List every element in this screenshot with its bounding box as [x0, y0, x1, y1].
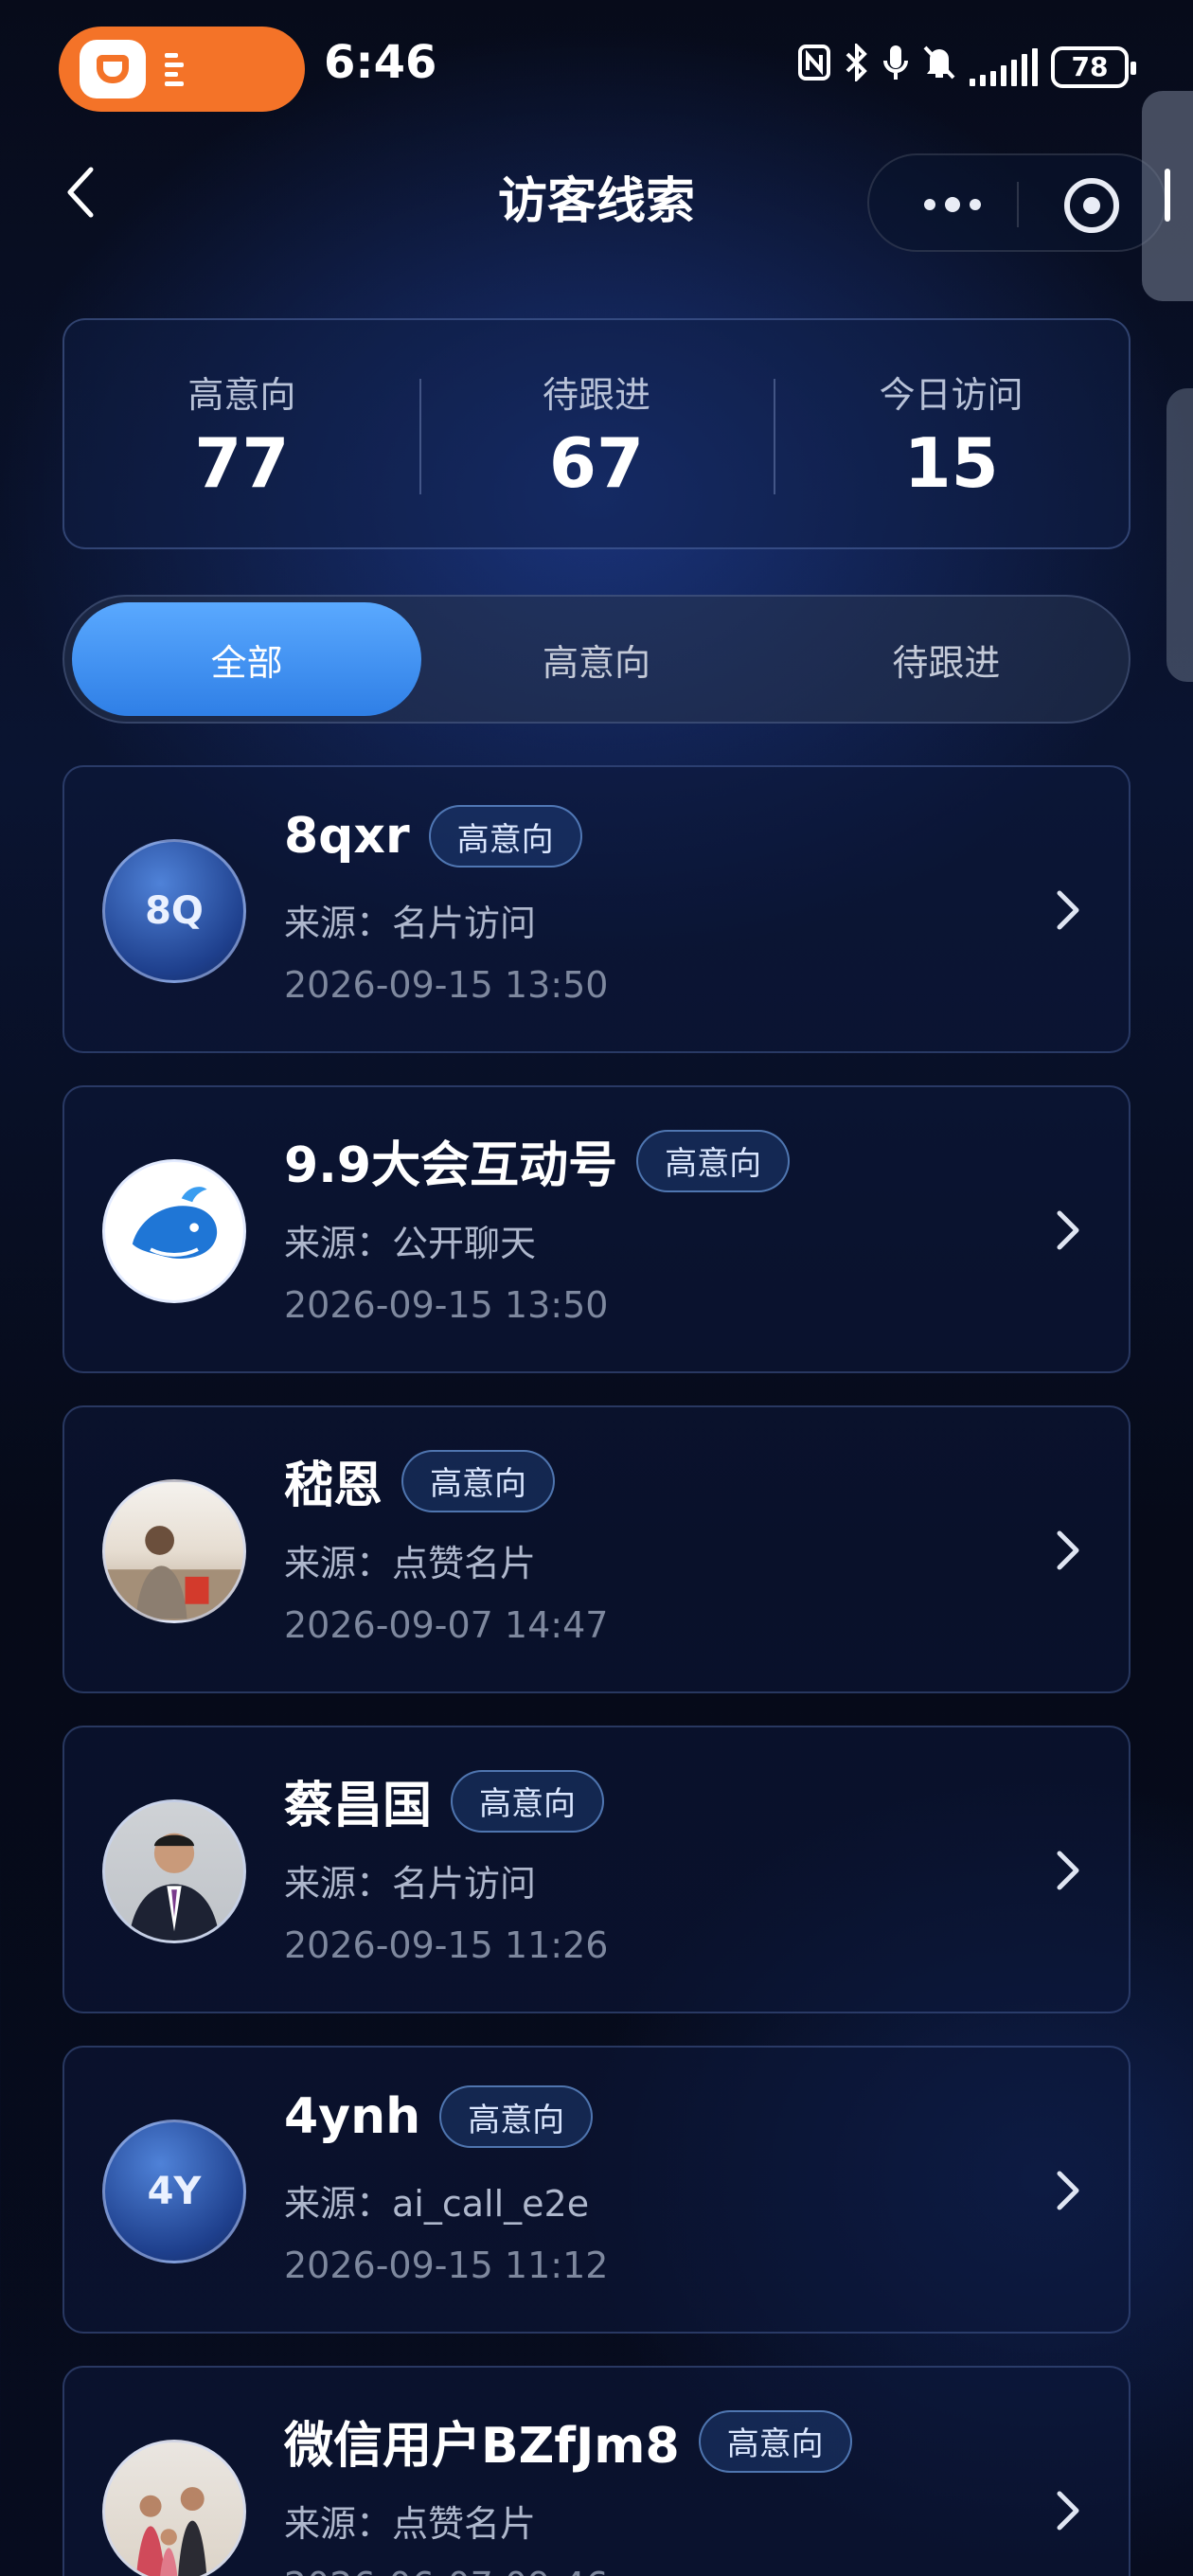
lead-name-row: 8qxr 高意向 [284, 805, 582, 868]
avatar: 8Q [102, 839, 246, 983]
target-circle-icon[interactable] [1064, 178, 1119, 233]
lead-name-row: 4ynh 高意向 [284, 2085, 594, 2148]
mini-program-capsule [867, 153, 1166, 252]
bluetooth-icon [845, 42, 869, 90]
lead-name: 嵇恩 [284, 1458, 383, 1514]
lead-card[interactable]: 8Q 8qxr 高意向 来源：名片访问 2026-09-15 13:50 [62, 765, 1131, 1053]
capsule-divider [1017, 182, 1019, 227]
system-icons: 78 [797, 42, 1136, 90]
stat-label: 高意向 [187, 374, 296, 416]
lead-name: 8qxr [284, 808, 410, 865]
avatar [102, 2440, 246, 2576]
stats-panel: 高意向 77 待跟进 67 今日访问 15 [62, 318, 1131, 549]
signal-icon [970, 47, 1038, 86]
avatar: 4Y [102, 2120, 246, 2263]
app-shortcut-pill[interactable] [59, 27, 305, 112]
app-logo-icon [80, 40, 146, 98]
lead-source: 来源：ai_call_e2e [284, 2183, 590, 2225]
lead-card[interactable]: 嵇恩 高意向 来源：点赞名片 2026-09-07 14:47 [62, 1405, 1131, 1693]
chevron-right-icon [1057, 1851, 1079, 1890]
person-photo-icon [128, 1833, 221, 1941]
chevron-right-icon [1057, 1530, 1079, 1570]
status-badge: 高意向 [401, 1449, 556, 1512]
lead-card[interactable]: 4Y 4ynh 高意向 来源：ai_call_e2e 2026-09-15 11… [62, 2046, 1131, 2334]
lead-date: 2026-09-15 11:12 [284, 2245, 609, 2286]
stat-value: 15 [903, 423, 999, 503]
stat-value: 67 [548, 423, 645, 503]
avatar [102, 1479, 246, 1623]
mute-icon [922, 44, 956, 90]
avatar [102, 1159, 246, 1303]
status-badge: 高意向 [439, 2085, 594, 2148]
whale-logo-icon [132, 1187, 218, 1260]
lead-card[interactable]: 微信用户BZfJm8 高意向 来源：点赞名片 2026-06-07 09:46 [62, 2366, 1131, 2576]
chevron-right-icon [1057, 2171, 1079, 2210]
nfc-icon [797, 44, 831, 90]
lead-list: 8Q 8qxr 高意向 来源：名片访问 2026-09-15 13:50 9.9… [62, 765, 1131, 2576]
chevron-right-icon [1057, 1210, 1079, 1250]
filter-tabs: 全部 高意向 待跟进 [62, 595, 1131, 724]
stat-pending-follow-up[interactable]: 待跟进 67 [418, 320, 775, 547]
stat-value: 77 [194, 423, 290, 503]
mic-icon [882, 44, 909, 90]
lead-date: 2026-09-15 11:26 [284, 1924, 609, 1966]
more-dots-icon[interactable] [915, 184, 990, 225]
lead-source: 来源：公开聊天 [284, 1223, 537, 1264]
lead-date: 2026-09-07 14:47 [284, 1604, 609, 1646]
tab-pending[interactable]: 待跟进 [772, 602, 1121, 716]
battery-icon: 78 [1051, 45, 1136, 88]
status-badge: 高意向 [636, 1129, 791, 1192]
lead-source: 来源：点赞名片 [284, 1543, 537, 1584]
chevron-right-icon [1057, 890, 1079, 930]
lead-name: 微信用户BZfJm8 [284, 2418, 680, 2475]
lead-date: 2026-09-15 13:50 [284, 964, 609, 1006]
side-drawer-handle[interactable] [1142, 91, 1193, 301]
status-time: 6:46 [324, 36, 437, 89]
lead-source: 来源：名片访问 [284, 1863, 537, 1905]
status-bar: 6:46 78 [0, 0, 1193, 142]
lead-date: 2026-09-15 13:50 [284, 1284, 609, 1326]
tab-high-intent[interactable]: 高意向 [421, 602, 771, 716]
chevron-right-icon [1057, 2491, 1079, 2531]
lead-name: 4ynh [284, 2088, 421, 2145]
lead-card[interactable]: 蔡昌国 高意向 来源：名片访问 2026-09-15 11:26 [62, 1726, 1131, 2013]
lead-source: 来源：名片访问 [284, 903, 537, 944]
avatar [102, 1799, 246, 1943]
lead-name-row: 9.9大会互动号 高意向 [284, 1125, 791, 1196]
lead-name-row: 蔡昌国 高意向 [284, 1765, 605, 1836]
status-badge: 高意向 [428, 805, 582, 868]
stat-today-visits[interactable]: 今日访问 15 [774, 320, 1129, 547]
group-photo-icon [136, 2487, 207, 2576]
lead-name: 9.9大会互动号 [284, 1137, 618, 1194]
tab-all[interactable]: 全部 [72, 602, 422, 716]
app-meter-icon [165, 52, 184, 86]
lead-name: 蔡昌国 [284, 1778, 433, 1834]
lead-name-row: 嵇恩 高意向 [284, 1445, 556, 1516]
side-panel-handle[interactable] [1166, 388, 1193, 682]
lead-source: 来源：点赞名片 [284, 2503, 537, 2545]
stat-label: 待跟进 [543, 374, 651, 416]
status-badge: 高意向 [451, 1769, 605, 1833]
person-photo-icon [105, 1526, 243, 1620]
stat-label: 今日访问 [879, 374, 1024, 416]
lead-card[interactable]: 9.9大会互动号 高意向 来源：公开聊天 2026-09-15 13:50 [62, 1085, 1131, 1373]
lead-date: 2026-06-07 09:46 [284, 2565, 608, 2576]
status-badge: 高意向 [698, 2409, 852, 2473]
stat-high-intent[interactable]: 高意向 77 [64, 320, 419, 547]
lead-name-row: 微信用户BZfJm8 高意向 [284, 2406, 852, 2477]
